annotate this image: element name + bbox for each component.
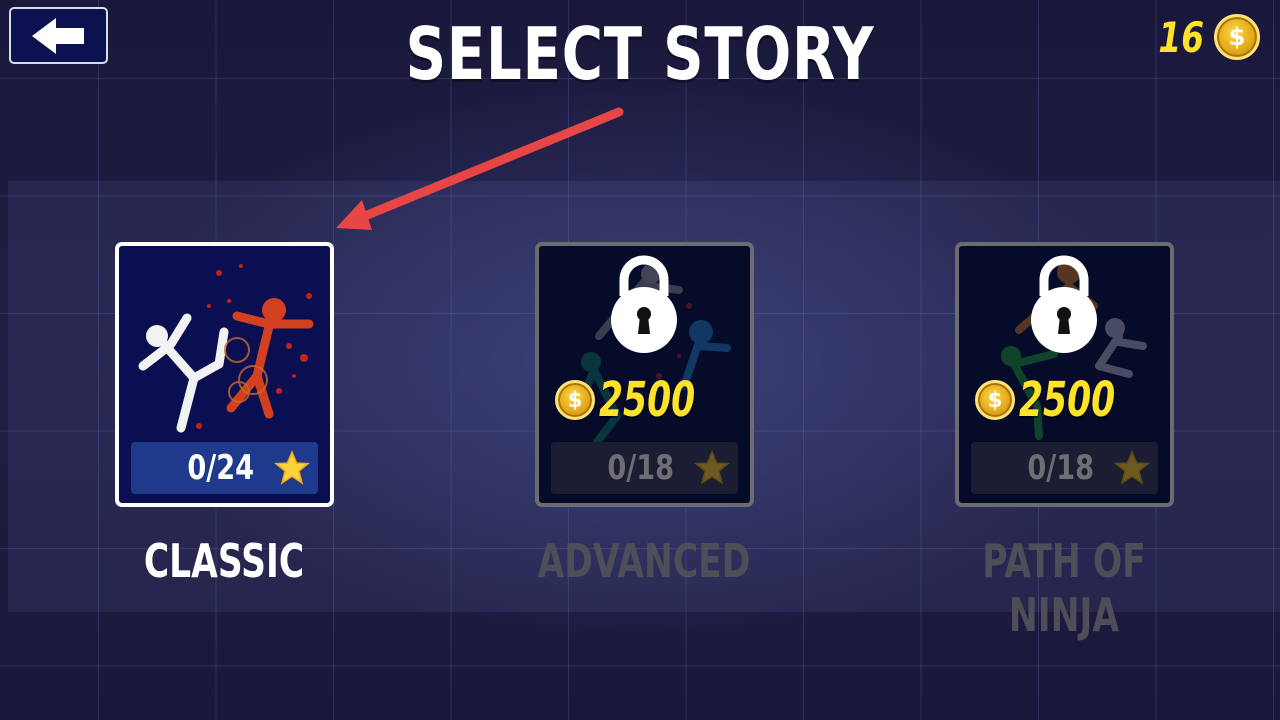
star-progress-bar: 0/18: [971, 442, 1158, 494]
story-label-classic: CLASSIC: [143, 534, 305, 588]
story-label-path-of-ninja: PATH OF NINJA: [982, 534, 1146, 642]
star-count: 0/18: [606, 448, 674, 488]
star-icon: [1114, 450, 1150, 485]
padlock-icon: [1031, 255, 1097, 353]
story-card-path-of-ninja[interactable]: $ 2500 0/18: [955, 242, 1174, 507]
story-card-advanced[interactable]: $ 2500 0/18: [535, 242, 754, 507]
price-value: 2500: [1019, 372, 1116, 428]
star-icon: [694, 450, 730, 485]
star-icon: [274, 450, 310, 485]
star-count: 0/18: [1026, 448, 1094, 488]
unlock-price: $ 2500: [555, 372, 733, 428]
star-progress-bar: 0/18: [551, 442, 738, 494]
padlock-icon: [611, 255, 677, 353]
price-value: 2500: [599, 372, 696, 428]
story-label-advanced: ADVANCED: [537, 534, 751, 588]
unlock-price: $ 2500: [975, 372, 1153, 428]
coin-icon: $: [975, 380, 1015, 420]
star-progress-bar: 0/24: [131, 442, 318, 494]
coin-icon: $: [555, 380, 595, 420]
story-card-classic[interactable]: 0/24: [115, 242, 334, 507]
star-count: 0/24: [186, 448, 254, 488]
